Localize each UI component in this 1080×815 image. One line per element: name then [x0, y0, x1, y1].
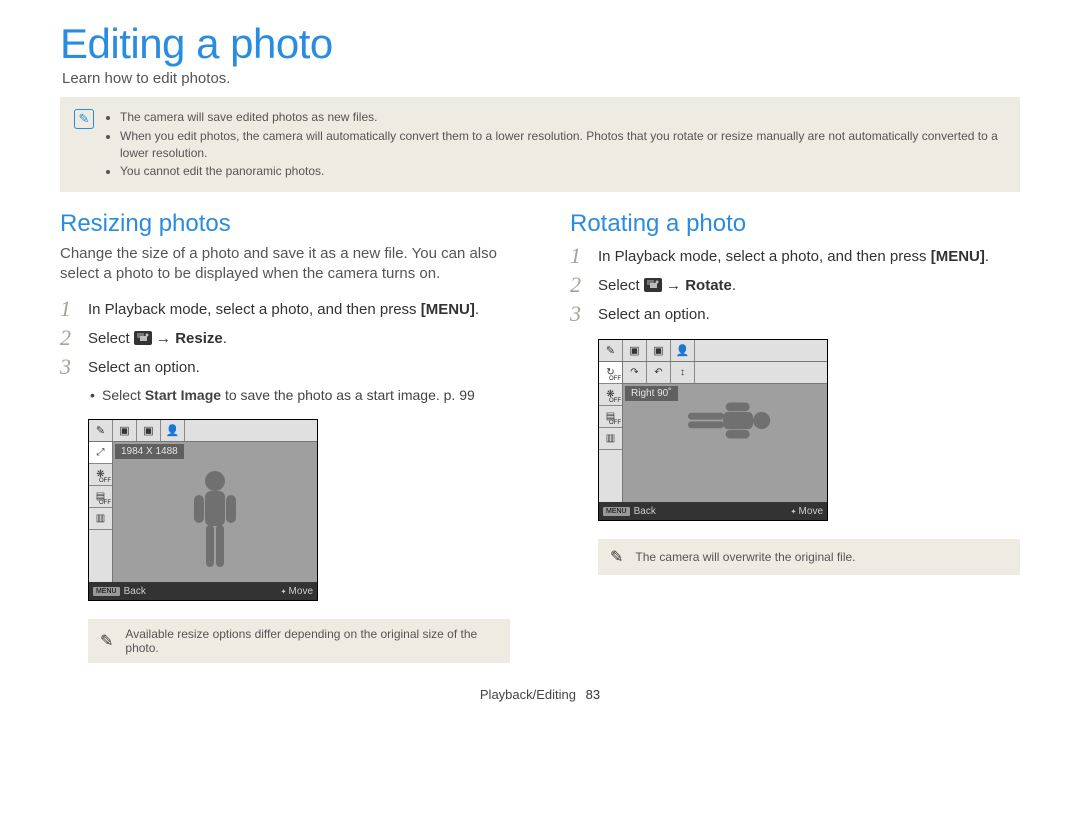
frame-icon: ▣: [137, 420, 161, 441]
note-text: The camera will overwrite the original f…: [635, 550, 855, 564]
left-icon-strip: ↻OFF ❋OFF ▤OFF ▥: [599, 362, 623, 502]
step-1: In Playback mode, select a photo, and th…: [570, 246, 1020, 267]
pen-icon: ✎: [100, 631, 113, 651]
step-2: Select → Resize.: [60, 328, 510, 349]
camera-screen-rotate: ✎ ▣ ▣ 👤 ↻OFF ❋OFF ▤OFF ▥ ↷ ↶: [598, 339, 828, 521]
menu-button-label: [MENU]: [421, 301, 475, 318]
rotate-180-icon: ↕: [671, 362, 695, 383]
step-text: Select an option.: [88, 357, 200, 378]
sub-bullet: Select Start Image to save the photo as …: [90, 386, 510, 406]
step-1: In Playback mode, select a photo, and th…: [60, 299, 510, 320]
top-icon-strip: ✎ ▣ ▣ 👤: [89, 420, 317, 442]
frame-icon: ▣: [113, 420, 137, 441]
list-item: When you edit photos, the camera will au…: [120, 128, 1006, 162]
arrow-text: →: [156, 330, 175, 347]
step-2: Select → Rotate.: [570, 275, 1020, 296]
page-number: 83: [586, 687, 600, 702]
left-icon-strip: ⤢ ❋OFF ▤OFF ▥: [89, 442, 113, 582]
resize-note-box: ✎ Available resize options differ depend…: [88, 619, 510, 663]
person-silhouette-rotated: [674, 391, 777, 451]
top-icon-strip: ✎ ▣ ▣ 👤: [599, 340, 827, 362]
column-rotating: Rotating a photo In Playback mode, selec…: [570, 210, 1020, 663]
column-resizing: Resizing photos Change the size of a pho…: [60, 210, 510, 663]
move-label: Move: [289, 586, 313, 597]
action-name: Rotate: [685, 277, 732, 294]
canvas-area: ↷ ↶ ↕ Right 90˚: [623, 362, 827, 502]
section-description: Change the size of a photo and save it a…: [60, 244, 510, 285]
filter-icon: ▤OFF: [599, 406, 622, 428]
camera-screen-resize: ✎ ▣ ▣ 👤 ⤢ ❋OFF ▤OFF ▥ 1984 X 1488: [88, 419, 318, 601]
step-3: Select an option.: [570, 304, 1020, 325]
frame-fx-icon: ▥: [599, 428, 622, 450]
step-text: Select: [88, 330, 134, 347]
footer-section: Playback/Editing: [480, 687, 576, 702]
page-footer: Playback/Editing 83: [60, 687, 1020, 708]
dpad-icon: ✦: [281, 586, 285, 597]
frame-fx-icon: ▥: [89, 508, 112, 530]
filter-icon: ▤OFF: [89, 486, 112, 508]
start-image-label: Start Image: [145, 387, 221, 403]
back-label: Back: [634, 506, 656, 517]
resolution-label: 1984 X 1488: [115, 444, 184, 459]
step-3: Select an option.: [60, 357, 510, 378]
action-name: Resize: [175, 330, 223, 347]
section-heading-rotating: Rotating a photo: [570, 210, 1020, 238]
move-label: Move: [799, 506, 823, 517]
list-item: The camera will save edited photos as ne…: [120, 109, 1006, 126]
arrow-text: →: [666, 277, 685, 294]
rotate-icon-row: ↷ ↶ ↕: [623, 362, 827, 384]
step-text: Select: [598, 277, 644, 294]
page-title: Editing a photo: [60, 20, 1020, 68]
bottom-bar: MENU Back ✦ Move: [89, 582, 317, 600]
rotate-right-icon: ↷: [623, 362, 647, 383]
person-icon: 👤: [671, 340, 695, 361]
step-text: In Playback mode, select a photo, and th…: [88, 301, 421, 318]
rotate-note-box: ✎ The camera will overwrite the original…: [598, 539, 1020, 575]
menu-button-icon: MENU: [93, 587, 120, 596]
dpad-icon: ✦: [791, 506, 795, 517]
page-subtitle: Learn how to edit photos.: [62, 70, 1020, 87]
back-label: Back: [124, 586, 146, 597]
person-icon: 👤: [161, 420, 185, 441]
bottom-bar: MENU Back ✦ Move: [599, 502, 827, 520]
step-text: In Playback mode, select a photo, and th…: [598, 248, 931, 265]
effect-icon: ❋OFF: [89, 464, 112, 486]
rotate-left-icon: ↶: [647, 362, 671, 383]
resize-icon: ⤢: [89, 442, 112, 464]
rotate-icon: ↻OFF: [599, 362, 622, 384]
edit-icon: ✎: [89, 420, 113, 441]
person-silhouette: [180, 467, 250, 580]
menu-button-label: [MENU]: [931, 248, 985, 265]
note-text: Available resize options differ dependin…: [125, 627, 498, 655]
frame-icon: ▣: [647, 340, 671, 361]
list-item: You cannot edit the panoramic photos.: [120, 163, 1006, 180]
top-notes-list: The camera will save edited photos as ne…: [106, 107, 1006, 182]
effect-icon: ❋OFF: [599, 384, 622, 406]
rotation-label: Right 90˚: [625, 386, 678, 401]
canvas-area: 1984 X 1488: [113, 442, 317, 582]
edit-menu-icon: [134, 331, 152, 345]
top-info-box: ✎ The camera will save edited photos as …: [60, 97, 1020, 192]
menu-button-icon: MENU: [603, 507, 630, 516]
pen-icon: ✎: [610, 547, 623, 567]
edit-icon: ✎: [599, 340, 623, 361]
step-text: Select an option.: [598, 304, 710, 325]
edit-menu-icon: [644, 278, 662, 292]
section-heading-resizing: Resizing photos: [60, 210, 510, 238]
frame-icon: ▣: [623, 340, 647, 361]
pen-icon: ✎: [74, 109, 94, 129]
